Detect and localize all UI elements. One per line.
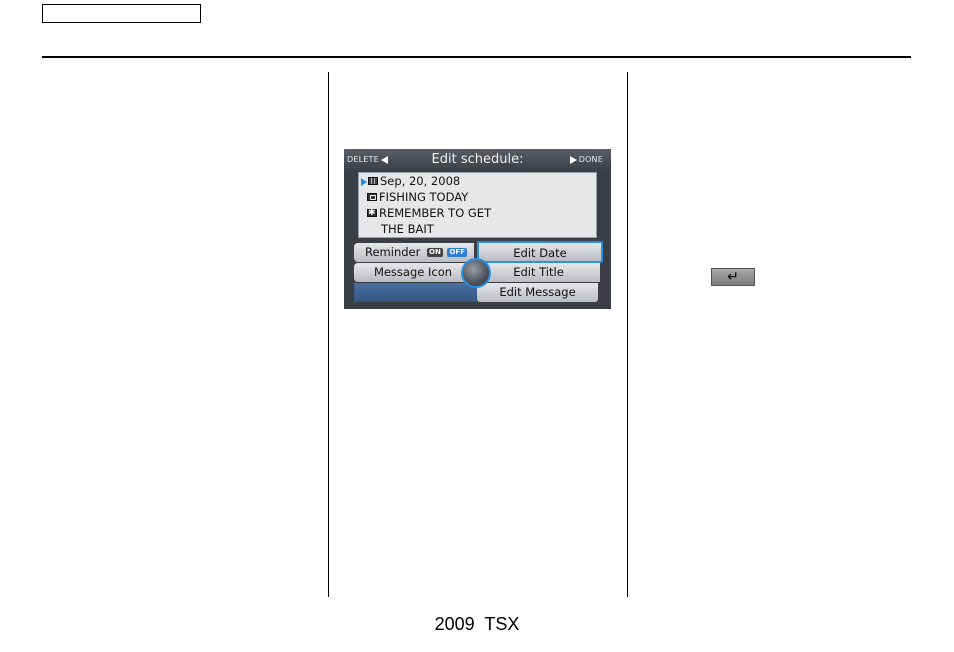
entry-title: FISHING TODAY <box>379 190 469 204</box>
reminder-label: Reminder <box>365 245 421 259</box>
entry-message-line-2: THE BAIT <box>381 222 434 237</box>
screen-title-bar: DELETE Edit schedule: DONE <box>344 149 611 171</box>
reminder-on-badge[interactable]: ON <box>427 248 443 257</box>
reminder-toggle[interactable]: Reminder ON OFF <box>354 243 474 262</box>
entry-message-line2: THE BAIT <box>381 222 434 236</box>
entry-message-line: REMEMBER TO GET <box>367 206 491 221</box>
entry-date: Sep, 20, 2008 <box>380 174 461 188</box>
message-icon-button[interactable]: Message Icon <box>354 263 472 282</box>
done-label: DONE <box>578 155 603 164</box>
edit-schedule-screen: DELETE Edit schedule: DONE Sep, 20, 2008… <box>344 149 611 309</box>
empty-menu-slot <box>354 283 477 302</box>
edit-message-button[interactable]: Edit Message <box>477 283 598 302</box>
header-tab-box <box>42 4 201 23</box>
interface-dial-icon <box>461 258 491 288</box>
calendar-icon <box>368 176 378 185</box>
message-icon <box>367 206 377 221</box>
entry-message-line1: REMEMBER TO GET <box>379 206 492 220</box>
column-divider-left <box>328 72 329 597</box>
entry-title-line: FISHING TODAY <box>367 190 468 205</box>
cursor-icon <box>361 177 367 186</box>
schedule-entry-panel: Sep, 20, 2008 FISHING TODAY REMEMBER TO … <box>358 172 597 238</box>
header-rule <box>42 56 911 58</box>
arrow-right-icon <box>569 155 577 164</box>
title-icon <box>367 192 377 201</box>
edit-title-button[interactable]: Edit Title <box>477 263 600 282</box>
done-control[interactable]: DONE <box>569 155 603 164</box>
column-divider-right <box>627 72 628 597</box>
enter-key-icon: ↵ <box>711 268 755 286</box>
reminder-off-badge[interactable]: OFF <box>447 248 467 257</box>
edit-date-button[interactable]: Edit Date <box>477 241 603 263</box>
entry-date-line: Sep, 20, 2008 <box>361 174 460 189</box>
footer-model: 2009 TSX <box>434 614 520 634</box>
